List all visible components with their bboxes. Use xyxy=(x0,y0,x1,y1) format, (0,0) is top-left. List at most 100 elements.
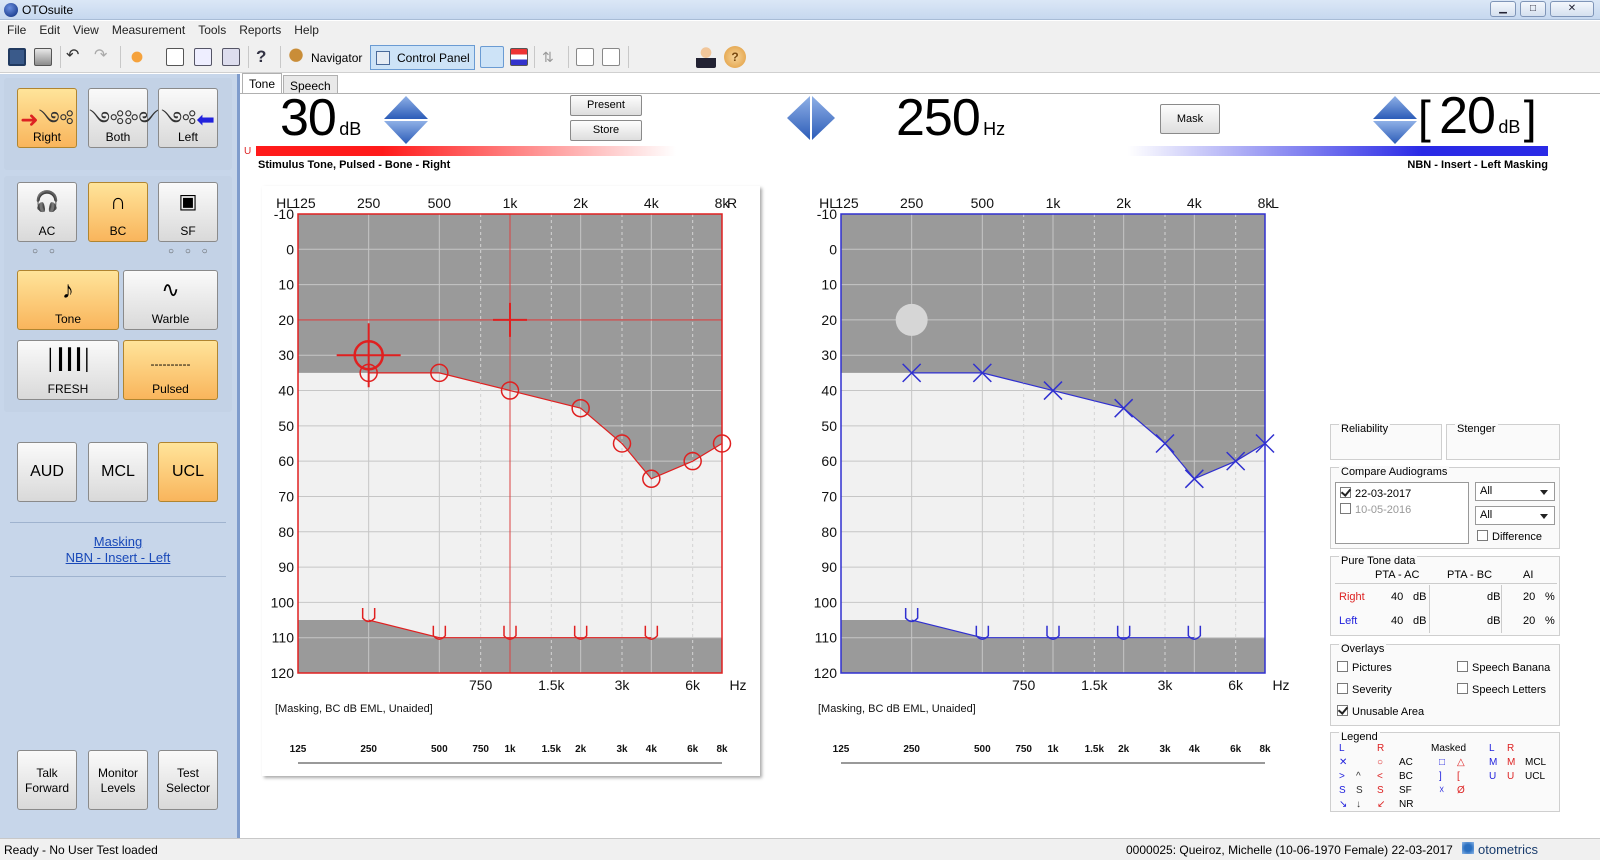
x-bottom-tick-label: 8k xyxy=(1259,744,1271,755)
y-tick-label: 20 xyxy=(821,312,837,328)
info-icon[interactable]: ? xyxy=(724,46,746,68)
left-ear-audiogram[interactable]: -100102030405060708090100110120HL125 250 5… xyxy=(805,186,1303,776)
speech-letters-checkbox[interactable]: Speech Letters xyxy=(1457,683,1546,696)
y-tick-label: 80 xyxy=(278,524,294,540)
stimulus-level-updown-icon[interactable] xyxy=(383,95,429,145)
ear-tool-icon[interactable] xyxy=(128,48,146,66)
x-bottom-tick-label: 250 xyxy=(903,744,920,755)
speaker-icon: ▣ xyxy=(178,191,198,213)
pulsed-icon: ---------- xyxy=(150,357,191,371)
present-button[interactable]: Present xyxy=(570,95,642,116)
store-button[interactable]: Store xyxy=(570,120,642,141)
session-icon[interactable] xyxy=(194,48,212,66)
y-tick-label: 90 xyxy=(278,559,294,575)
sort-icon[interactable]: ⇅ xyxy=(542,48,560,66)
menu-tools[interactable]: Tools xyxy=(191,21,232,37)
y-tick-label: 10 xyxy=(821,277,837,293)
x-mid-tick-label: 3k xyxy=(615,677,631,693)
test-selector-button[interactable]: Test Selector xyxy=(158,750,218,810)
compare-select-2[interactable]: All xyxy=(1475,506,1555,525)
transducer-ac-button[interactable]: 🎧 AC xyxy=(17,182,77,242)
compare-date-list[interactable]: 22-03-2017 10-05-2016 xyxy=(1335,482,1469,544)
stimulus-tone-button[interactable]: ♪ Tone xyxy=(17,270,119,330)
graph-icon[interactable] xyxy=(576,48,594,66)
menu-file[interactable]: File xyxy=(0,21,32,37)
legend-nr-right-icon: ↙ xyxy=(1377,799,1386,810)
menu-edit[interactable]: Edit xyxy=(32,21,66,37)
stimulus-level-display: 30 dB xyxy=(280,88,361,148)
redo-icon[interactable]: ↷ xyxy=(94,48,112,66)
edit-audiogram-icon[interactable] xyxy=(166,48,184,66)
legend-bc-left-icon: > xyxy=(1339,771,1345,782)
x-bottom-tick-label: 500 xyxy=(974,744,991,755)
menu-help[interactable]: Help xyxy=(287,21,325,37)
user-icon[interactable] xyxy=(696,46,716,68)
compare-date-2[interactable]: 10-05-2016 xyxy=(1336,500,1468,516)
pta-ac-header: PTA - AC xyxy=(1375,569,1420,581)
control-panel-button[interactable]: Control Panel xyxy=(370,45,475,70)
y-tick-label: 110 xyxy=(815,630,838,646)
x-top-tick-label: 1k xyxy=(503,195,519,211)
navigator-button[interactable]: Navigator xyxy=(306,45,367,70)
unusable-area-checkbox[interactable]: Unusable Area xyxy=(1337,705,1424,718)
transducer-bc-button[interactable]: ∩ BC xyxy=(88,182,148,242)
stimulus-pulsed-button[interactable]: ---------- Pulsed xyxy=(123,340,218,400)
undo-icon[interactable]: ↶ xyxy=(66,48,84,66)
monitor-levels-button[interactable]: Monitor Levels xyxy=(88,750,148,810)
x-unit-label: Hz xyxy=(1272,677,1289,693)
print-icon[interactable] xyxy=(34,48,52,66)
report-icon[interactable] xyxy=(222,48,240,66)
x-bottom-tick-label: 8k xyxy=(716,744,728,755)
legend-box: Legend L R Masked L R ✕ ○ AC □ △ > ^ < B… xyxy=(1330,731,1560,812)
ear-both-button[interactable]: ༺༻ Both xyxy=(88,88,159,148)
speech-banana-checkbox[interactable]: Speech Banana xyxy=(1457,661,1550,674)
menu-reports[interactable]: Reports xyxy=(232,21,287,37)
y-tick-label: 40 xyxy=(821,383,837,399)
brand-label: otometrics xyxy=(1478,842,1538,857)
x-bottom-tick-label: 2k xyxy=(1118,744,1130,755)
transducer-sf-button[interactable]: ▣ SF xyxy=(158,182,218,242)
talk-forward-button[interactable]: Talk Forward xyxy=(17,750,77,810)
close-button[interactable]: ✕ xyxy=(1550,1,1594,17)
compare-date-1[interactable]: 22-03-2017 xyxy=(1336,483,1468,500)
compare-select-1[interactable]: All xyxy=(1475,482,1555,501)
control-panel-icon xyxy=(376,51,390,65)
stimulus-warble-button[interactable]: ∿ Warble xyxy=(123,270,218,330)
menu-measurement[interactable]: Measurement xyxy=(105,21,191,37)
test-mcl-button[interactable]: MCL xyxy=(88,442,148,502)
legend-sf-left-icon: S xyxy=(1339,785,1346,796)
minimize-button[interactable]: ▁ xyxy=(1490,1,1516,17)
y-tick-label: 0 xyxy=(286,241,294,257)
masking-position-dot xyxy=(895,303,928,336)
help-icon[interactable]: ? xyxy=(256,48,274,66)
ear-left-button[interactable]: ༺⬅ Left xyxy=(158,88,218,148)
legend-ac-right-icon: ○ xyxy=(1377,757,1384,768)
save-icon[interactable] xyxy=(8,48,26,66)
flags-icon[interactable] xyxy=(510,48,528,66)
patient-info: 0000025: Queiroz, Michelle (10-06-1970 F… xyxy=(1126,843,1453,857)
difference-checkbox[interactable]: Difference xyxy=(1477,530,1542,543)
severity-checkbox[interactable]: Severity xyxy=(1337,683,1392,696)
x-top-tick-label: 125 xyxy=(292,195,316,211)
test-aud-button[interactable]: AUD xyxy=(17,442,77,502)
checklist-icon[interactable] xyxy=(602,48,620,66)
navigator-icon xyxy=(287,48,305,66)
test-ucl-button[interactable]: UCL xyxy=(158,442,218,502)
left-ear-icon: ༺⬅ xyxy=(161,107,215,132)
stimulus-fresh-button[interactable]: │┃┃┃│ FRESH xyxy=(17,340,119,400)
ear-right-button[interactable]: ➜༺ Right xyxy=(17,88,77,148)
masking-link[interactable]: Masking NBN - Insert - Left xyxy=(0,534,236,566)
tab-tone[interactable]: Tone xyxy=(242,73,283,94)
mask-button[interactable]: Mask xyxy=(1160,104,1220,134)
right-ear-audiogram[interactable]: -100102030405060708090100110120HL125 250 5… xyxy=(262,186,760,776)
mask-level-updown-icon[interactable] xyxy=(1372,95,1418,145)
control-panel-label: Control Panel xyxy=(397,51,470,65)
split-view-icon[interactable] xyxy=(480,46,504,68)
menu-view[interactable]: View xyxy=(66,21,105,37)
left-control-panel: ➜༺ Right ༺༻ Both ༺⬅ Left 🎧 AC ○ ○ ∩ BC ▣… xyxy=(0,74,240,838)
maximize-button[interactable]: □ xyxy=(1520,1,1546,17)
x-top-tick-label: 500 xyxy=(428,195,452,211)
frequency-leftright-icon[interactable] xyxy=(786,95,836,141)
menu-bar: File Edit View Measurement Tools Reports Help xyxy=(0,21,1600,40)
pictures-checkbox[interactable]: Pictures xyxy=(1337,661,1392,674)
